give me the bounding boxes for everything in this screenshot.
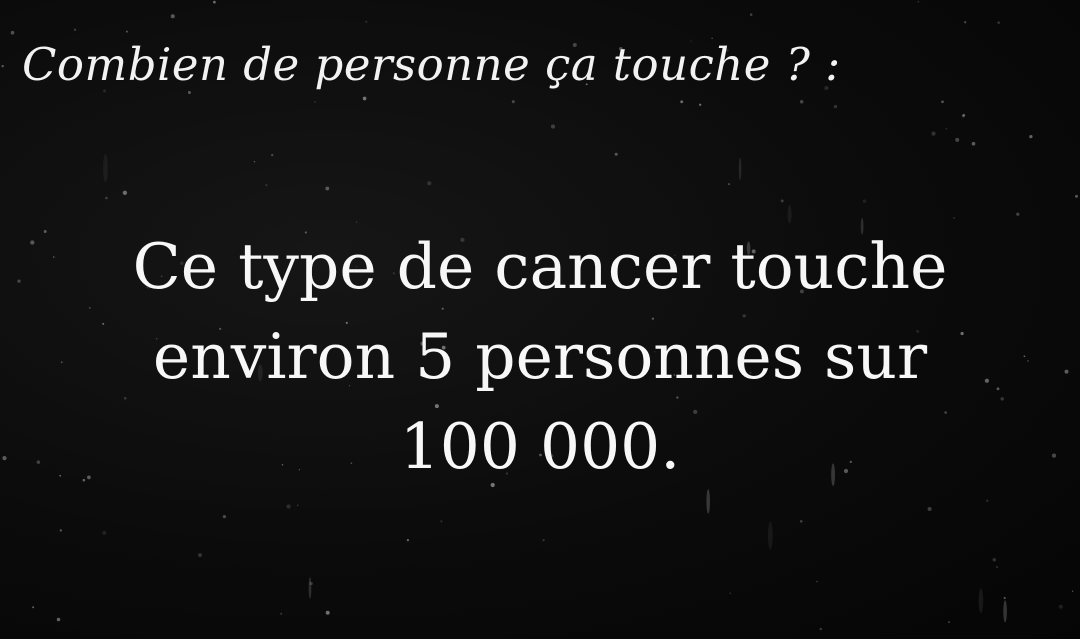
speck bbox=[962, 113, 966, 117]
speck bbox=[816, 580, 818, 583]
answer-line-2: environ 5 personnes sur bbox=[152, 320, 928, 393]
speck bbox=[122, 190, 128, 195]
slide-canvas: Combien de personne ça touche ? : Ce typ… bbox=[0, 0, 1080, 639]
speck bbox=[953, 216, 956, 220]
answer-text: Ce type de cancer touche environ 5 perso… bbox=[0, 222, 1080, 492]
speck bbox=[406, 538, 410, 542]
speck-streak bbox=[767, 521, 773, 550]
speck bbox=[1075, 194, 1078, 198]
speck bbox=[102, 530, 107, 536]
speck bbox=[699, 103, 702, 106]
speck bbox=[550, 124, 556, 129]
speck bbox=[440, 520, 443, 523]
speck-streak bbox=[738, 157, 742, 181]
speck bbox=[955, 137, 960, 142]
speck bbox=[833, 104, 838, 109]
speck bbox=[542, 539, 545, 542]
speck bbox=[286, 504, 291, 509]
speck bbox=[917, 0, 920, 3]
speck bbox=[125, 30, 128, 33]
speck-streak bbox=[1003, 600, 1007, 623]
speck bbox=[105, 196, 108, 200]
speck bbox=[971, 141, 976, 146]
speck bbox=[862, 199, 867, 203]
speck bbox=[1, 64, 4, 68]
speck bbox=[265, 184, 268, 187]
speck bbox=[427, 181, 432, 186]
speck-streak bbox=[308, 577, 312, 599]
speck bbox=[32, 606, 35, 609]
speck bbox=[945, 128, 948, 130]
speck bbox=[1029, 134, 1033, 139]
speck bbox=[187, 91, 191, 94]
speck bbox=[222, 514, 227, 519]
speck bbox=[197, 553, 203, 558]
speck bbox=[325, 186, 330, 191]
speck bbox=[1071, 590, 1074, 592]
answer-line-1: Ce type de cancer touche bbox=[132, 230, 948, 303]
speck bbox=[614, 152, 618, 156]
speck-streak bbox=[706, 489, 710, 514]
speck bbox=[213, 0, 216, 4]
answer-line-3: 100 000. bbox=[399, 410, 681, 483]
speck-streak bbox=[978, 588, 984, 614]
speck bbox=[947, 621, 951, 624]
speck bbox=[1003, 596, 1006, 600]
speck bbox=[941, 100, 944, 104]
speck bbox=[799, 99, 804, 104]
speck bbox=[1016, 212, 1020, 216]
question-heading: Combien de personne ça touche ? : bbox=[22, 38, 841, 91]
speck bbox=[314, 101, 316, 103]
speck bbox=[931, 131, 936, 136]
speck bbox=[992, 557, 997, 562]
speck bbox=[365, 20, 368, 23]
speck bbox=[253, 161, 256, 163]
speck bbox=[170, 14, 175, 19]
speck bbox=[1058, 604, 1063, 609]
speck bbox=[799, 520, 803, 523]
speck bbox=[271, 153, 274, 157]
speck bbox=[986, 499, 989, 502]
speck bbox=[59, 529, 62, 532]
speck bbox=[995, 565, 999, 569]
speck bbox=[927, 506, 932, 512]
speck bbox=[729, 592, 732, 594]
speck bbox=[749, 13, 753, 16]
speck bbox=[10, 30, 15, 35]
speck bbox=[362, 96, 367, 101]
speck bbox=[680, 100, 684, 104]
speck bbox=[56, 617, 61, 622]
speck bbox=[511, 100, 515, 104]
speck bbox=[297, 504, 299, 506]
speck bbox=[280, 612, 283, 615]
speck bbox=[819, 627, 823, 631]
speck-streak bbox=[787, 205, 792, 224]
speck bbox=[964, 21, 967, 24]
speck bbox=[325, 610, 330, 615]
speck bbox=[780, 199, 784, 203]
speck bbox=[728, 183, 730, 186]
speck bbox=[997, 21, 1000, 24]
speck bbox=[73, 28, 77, 31]
speck-streak bbox=[103, 153, 108, 183]
